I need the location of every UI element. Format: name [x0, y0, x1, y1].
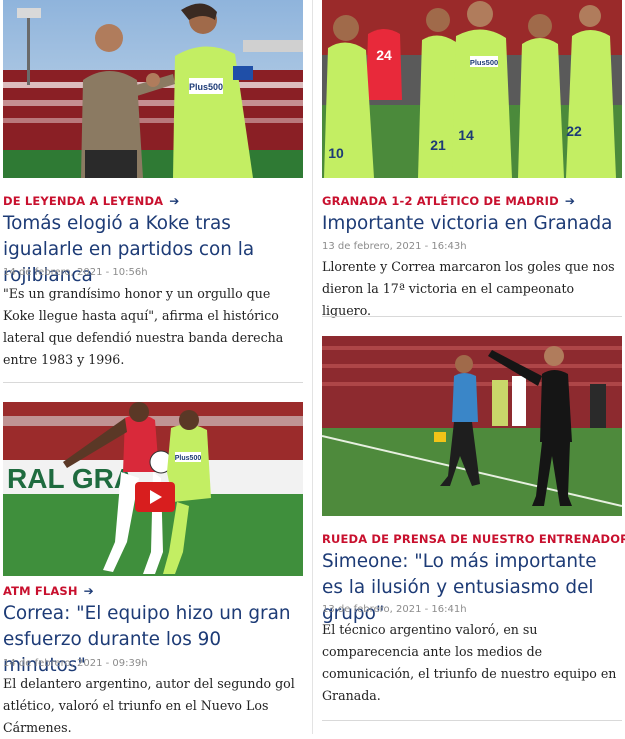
article-category-link[interactable]: GRANADA 1-2 ATLÉTICO DE MADRID: [322, 194, 559, 208]
article-category[interactable]: DE LEYENDA A LEYENDA ➔: [3, 194, 179, 208]
jersey-number: 14: [458, 127, 474, 143]
article-category[interactable]: GRANADA 1-2 ATLÉTICO DE MADRID ➔: [322, 194, 575, 208]
jersey-sponsor-logo: Plus500: [189, 82, 223, 92]
jersey-sponsor-logo: Plus500: [470, 58, 498, 67]
article-category[interactable]: ATM FLASH ➔: [3, 584, 94, 598]
article-category[interactable]: RUEDA DE PRENSA DE NUESTRO ENTRENADOR➔: [322, 532, 625, 546]
article-title[interactable]: Importante victoria en Granada: [322, 211, 622, 237]
article-title[interactable]: Simeone: "Lo más importante es la ilusió…: [322, 549, 622, 627]
article-excerpt: El técnico argentino valoró, en su compa…: [322, 622, 617, 703]
jersey-number: 22: [566, 123, 582, 139]
news-card[interactable]: RAL GRA Plus500 ATM FLASH ➔ Correa: "El e…: [3, 402, 303, 735]
stadium-board-text: RAL GRA: [7, 463, 134, 494]
article-image[interactable]: [322, 336, 622, 516]
article-excerpt: "Es un grandísimo honor y un orgullo que…: [3, 286, 284, 367]
arrow-right-icon: ➔: [564, 194, 576, 208]
jersey-number: 10: [328, 145, 344, 161]
play-video-icon[interactable]: [135, 482, 175, 512]
card-divider: [322, 720, 622, 721]
arrow-right-icon: ➔: [83, 584, 94, 598]
article-date: 14 de febrero, 2021 - 10:56h: [3, 267, 148, 278]
jersey-number: 24: [376, 47, 392, 63]
video-thumbnail[interactable]: RAL GRA Plus500: [3, 402, 303, 576]
news-card[interactable]: RUEDA DE PRENSA DE NUESTRO ENTRENADOR➔ S…: [322, 336, 625, 734]
article-excerpt: Llorente y Correa marcaron los goles que…: [322, 259, 615, 318]
column-divider: [312, 0, 313, 734]
card-divider: [322, 316, 622, 317]
article-image[interactable]: Plus500: [3, 0, 303, 178]
arrow-right-icon: ➔: [169, 194, 180, 208]
article-image[interactable]: 24 10 21 Plus500 14 22: [322, 0, 622, 178]
news-card[interactable]: 24 10 21 Plus500 14 22 GRANADA 1-2 ATLÉT…: [322, 0, 622, 320]
article-category-link[interactable]: RUEDA DE PRENSA DE NUESTRO ENTRENADOR: [322, 532, 625, 546]
article-date: 14 de febrero, 2021 - 09:39h: [3, 658, 148, 669]
article-category-link[interactable]: DE LEYENDA A LEYENDA: [3, 194, 163, 208]
article-category-link[interactable]: ATM FLASH: [3, 584, 78, 598]
jersey-sponsor-logo: Plus500: [175, 455, 202, 462]
news-card[interactable]: Plus500 DE LEYENDA A LEYENDA ➔ Tomás elog…: [3, 0, 303, 384]
article-date: 13 de febrero, 2021 - 16:43h: [322, 241, 467, 252]
card-divider: [3, 382, 303, 383]
jersey-number: 21: [430, 137, 446, 153]
article-excerpt: El delantero argentino, autor del segund…: [3, 676, 295, 735]
article-date: 13 de febrero, 2021 - 16:41h: [322, 604, 467, 615]
